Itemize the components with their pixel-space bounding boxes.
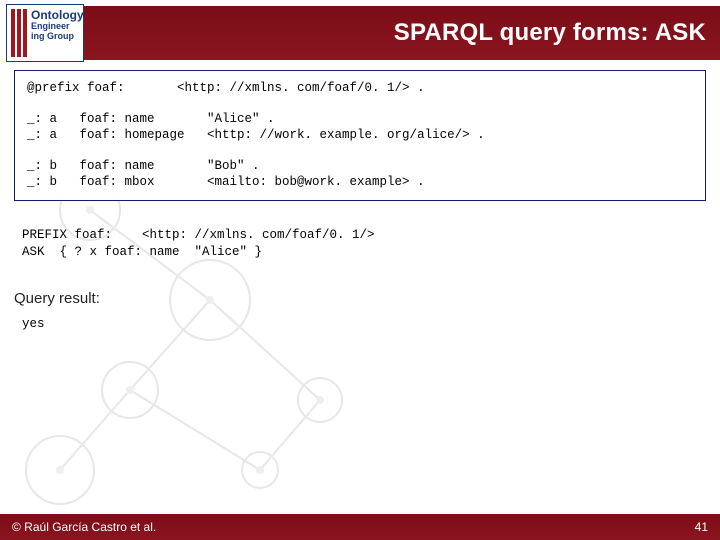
logo-line2: Engineer [31,21,79,31]
footer-copyright: © Raúl García Castro et al. [12,520,156,534]
slide-footer: © Raúl García Castro et al. 41 [0,514,720,540]
logo-bars-icon [11,9,29,57]
footer-page-number: 41 [695,520,708,534]
query-result-value: yes [22,317,706,331]
slide-header: SPARQL query forms: ASK [84,6,720,60]
slide: Ontology Engineer ing Group SPARQL query… [0,0,720,540]
query-result-label: Query result: [14,290,720,307]
turtle-data-box: @prefix foaf: <http: //xmlns. com/foaf/0… [14,70,706,201]
org-logo: Ontology Engineer ing Group [6,4,84,62]
slide-title: SPARQL query forms: ASK [394,19,706,47]
logo-text: Ontology Engineer ing Group [31,9,79,41]
slide-content: @prefix foaf: <http: //xmlns. com/foaf/0… [0,66,720,514]
logo-line1: Ontology [31,8,84,22]
sparql-query-block: PREFIX foaf: <http: //xmlns. com/foaf/0.… [22,227,706,260]
logo-line3: ing Group [31,31,79,41]
